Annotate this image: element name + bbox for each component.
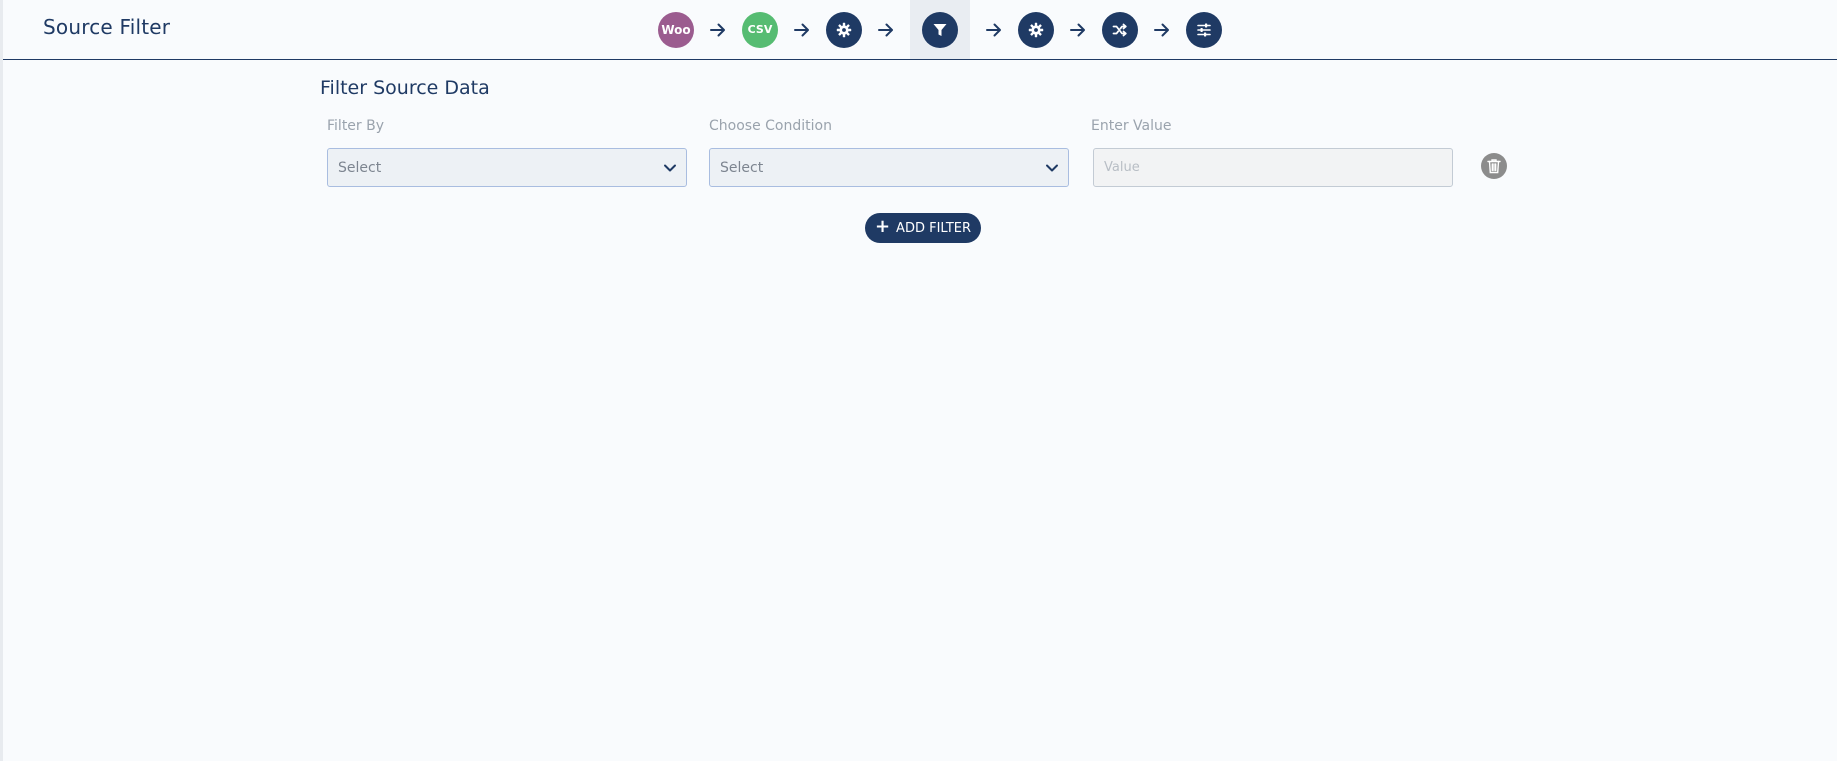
filter-by-select[interactable]: Select: [327, 148, 687, 187]
delete-filter-trash-icon[interactable]: [1481, 153, 1507, 179]
step-woo-label: Woo: [661, 22, 691, 37]
plus-icon: +: [874, 216, 891, 237]
arrow-right-icon: [694, 23, 742, 37]
add-filter-button[interactable]: + ADD FILTER: [865, 213, 981, 243]
arrow-right-icon: [1054, 23, 1102, 37]
page-title: Source Filter: [43, 15, 171, 39]
step-filter-active: [910, 0, 970, 59]
step-csv-icon[interactable]: CSV: [742, 11, 778, 48]
step-sliders-icon[interactable]: [1186, 11, 1222, 48]
step-settings-2-gear-icon[interactable]: [1018, 11, 1054, 48]
value-label: Enter Value: [1091, 118, 1172, 134]
arrow-right-icon: [862, 23, 910, 37]
step-wizard: Woo CSV: [658, 0, 1222, 59]
arrow-right-icon: [1138, 23, 1186, 37]
chevron-down-icon: [1044, 160, 1060, 176]
header: Source Filter Woo CSV: [3, 0, 1837, 60]
step-csv-label: CSV: [747, 23, 773, 36]
condition-selected-value: Select: [720, 160, 764, 176]
condition-label: Choose Condition: [709, 118, 832, 134]
arrow-right-icon: [970, 23, 1018, 37]
add-filter-label: ADD FILTER: [896, 220, 972, 236]
step-shuffle-icon[interactable]: [1102, 11, 1138, 48]
page: Source Filter Woo CSV Filter Source Data…: [0, 0, 1837, 761]
condition-select[interactable]: Select: [709, 148, 1069, 187]
step-filter-icon[interactable]: [922, 11, 958, 48]
arrow-right-icon: [778, 23, 826, 37]
step-woocommerce-icon[interactable]: Woo: [658, 11, 694, 48]
step-settings-gear-icon[interactable]: [826, 11, 862, 48]
filter-by-label: Filter By: [327, 118, 385, 134]
value-input[interactable]: [1093, 148, 1453, 187]
filter-by-selected-value: Select: [338, 160, 382, 176]
section-title: Filter Source Data: [320, 77, 490, 99]
chevron-down-icon: [662, 160, 678, 176]
